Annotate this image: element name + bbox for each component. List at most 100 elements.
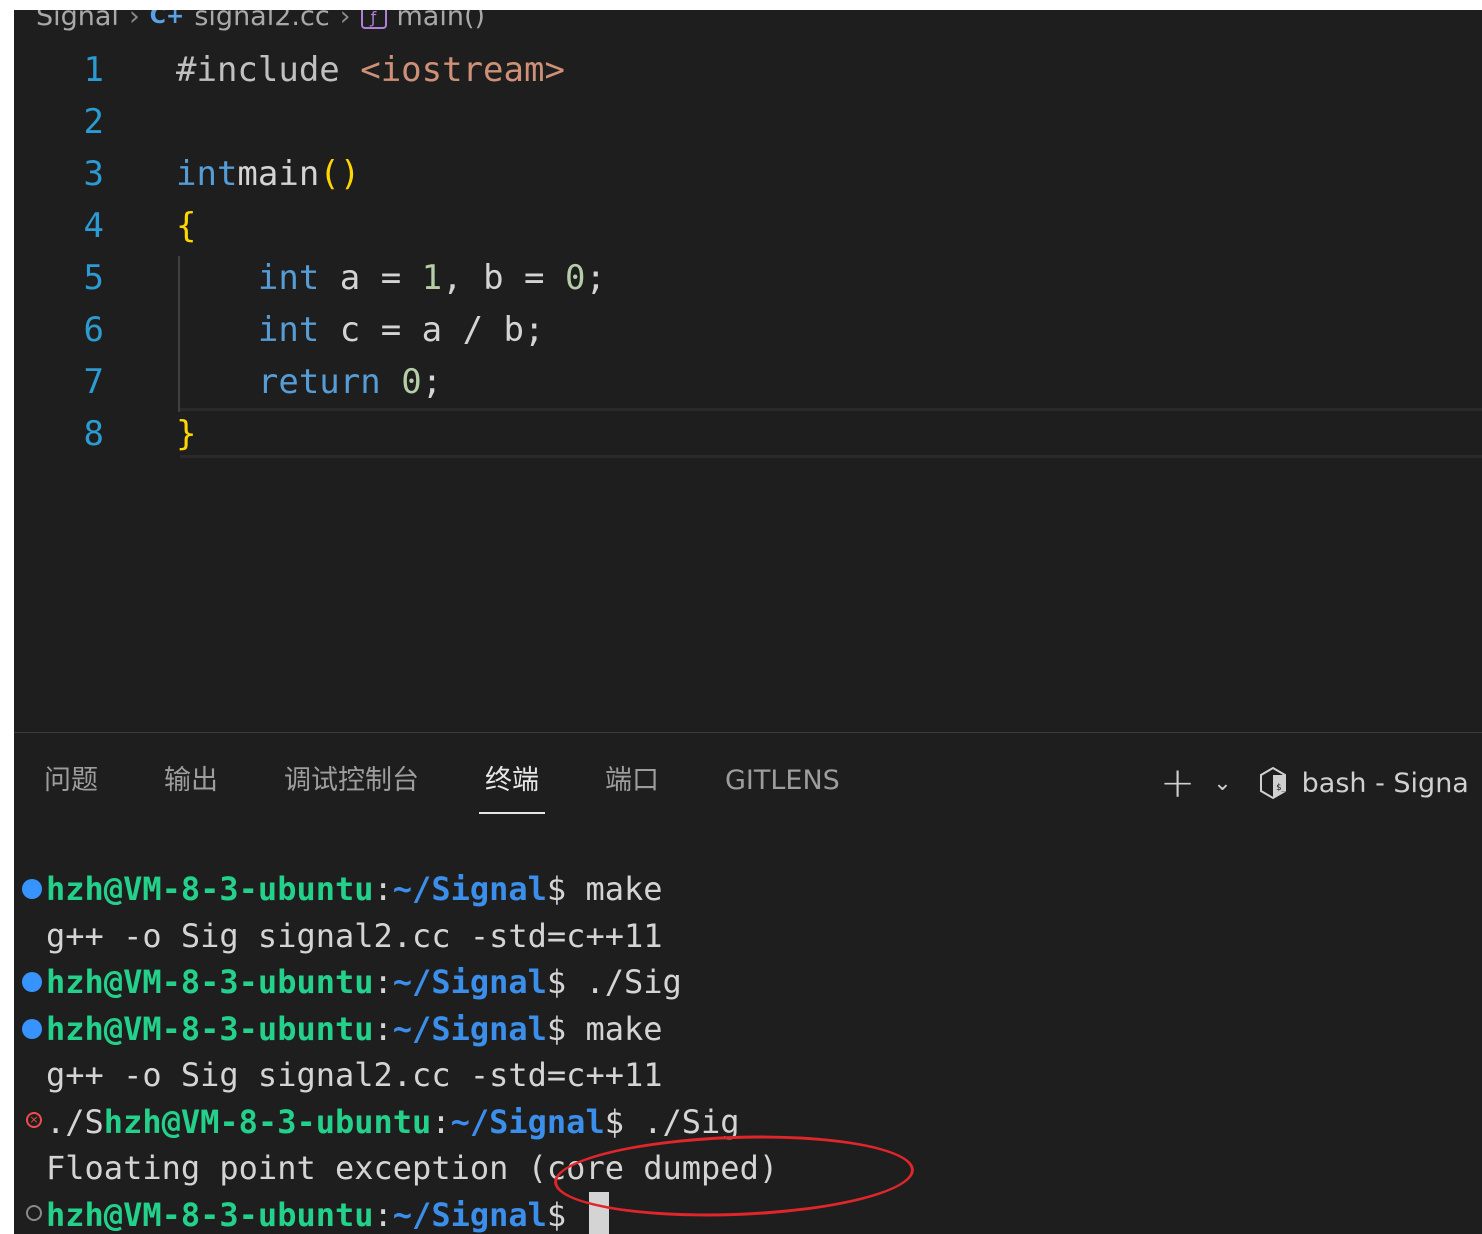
prompt-colon: :: [373, 1009, 393, 1048]
vscode-window: Signal › C+ signal2.cc › ƒ main() 1 #incl…: [14, 10, 1482, 1234]
prompt-colon: :: [373, 1195, 393, 1234]
panel-tab[interactable]: 端口: [605, 758, 659, 808]
panel-tab[interactable]: GITLENS: [725, 758, 840, 808]
prompt-user: hzh@VM-8-3-ubuntu: [46, 1195, 374, 1234]
code-line[interactable]: 2: [14, 96, 1482, 148]
svg-text:$_: $_: [1276, 783, 1287, 793]
prompt-colon: :: [373, 963, 393, 1001]
line-number: 6: [83, 310, 104, 350]
terminal-line: hzh@VM-8-3-ubuntu:~/Signal$ make: [22, 1006, 663, 1052]
panel-tab[interactable]: 输出: [164, 758, 218, 808]
breadcrumb: Signal › C+ signal2.cc › ƒ main(): [36, 10, 485, 34]
code-token: (): [319, 154, 361, 194]
panel-tab[interactable]: 问题: [44, 758, 98, 808]
line-number: 1: [83, 50, 104, 90]
code-token: 0: [564, 258, 586, 298]
terminal-line: hzh@VM-8-3-ubuntu:~/Signal$ make: [22, 866, 663, 912]
code-line[interactable]: 8}: [14, 408, 1482, 460]
code-token: a =: [319, 258, 422, 298]
terminal-line: hzh@VM-8-3-ubuntu:~/Signal$: [26, 1191, 610, 1234]
code-token: 0: [401, 362, 422, 402]
code-token: main: [237, 154, 320, 194]
code-token: return: [257, 362, 381, 402]
code-token: 1: [421, 258, 443, 298]
line-number: 3: [83, 154, 104, 194]
terminal-output-text: g++ -o Sig signal2.cc -std=c++11: [46, 916, 663, 955]
code-token: int: [176, 154, 238, 194]
command-success-dot-icon[interactable]: [22, 972, 42, 992]
prompt-user: hzh@VM-8-3-ubuntu: [46, 1009, 374, 1048]
chevron-right-icon: ›: [339, 10, 351, 32]
command-success-dot-icon[interactable]: [22, 1018, 42, 1039]
command-success-dot-icon[interactable]: [22, 879, 42, 899]
code-text: intmain(): [176, 148, 360, 200]
prompt-path: ~/Signal: [392, 1009, 547, 1048]
breadcrumb-file[interactable]: signal2.cc: [194, 10, 329, 32]
command-pending-circle-icon[interactable]: [26, 1204, 42, 1221]
prompt-colon: :: [373, 870, 393, 908]
code-token: ;: [421, 362, 443, 402]
line-number: 7: [83, 362, 104, 402]
panel-actions: + ⌄ $_ bash - Signa: [1160, 758, 1469, 808]
panel-tab[interactable]: 终端: [479, 758, 545, 814]
panel-divider[interactable]: [14, 732, 1482, 733]
prompt-path: ~/Signal: [392, 1195, 547, 1234]
code-token: ;: [585, 258, 606, 298]
terminal-prefix: ./S: [46, 1102, 104, 1141]
line-number: 5: [83, 258, 104, 298]
line-number: 4: [83, 206, 104, 246]
new-terminal-plus-icon[interactable]: +: [1160, 762, 1195, 804]
code-line[interactable]: 6 int c = a / b;: [14, 304, 1482, 356]
prompt-user: hzh@VM-8-3-ubuntu: [46, 963, 374, 1001]
breadcrumb-folder[interactable]: Signal: [36, 10, 119, 32]
code-text: {: [176, 200, 196, 252]
prompt-user: hzh@VM-8-3-ubuntu: [46, 870, 374, 908]
code-token: {: [176, 206, 197, 246]
panel-tabs: 问题 输出 调试控制台 终端 端口 GITLENS: [44, 758, 906, 814]
code-editor[interactable]: 1 #include <iostream> 2 3 intmain() 4{5 int a…: [14, 44, 1482, 484]
code-line[interactable]: 1 #include <iostream>: [14, 44, 1482, 96]
code-token: int: [257, 258, 320, 298]
terminal-line: × ./Shzh@VM-8-3-ubuntu:~/Signal$ ./Sig: [26, 1099, 740, 1145]
prompt-path: ~/Signal: [450, 1102, 605, 1141]
command-error-icon[interactable]: ×: [26, 1111, 42, 1128]
code-text: #include <iostream>: [176, 44, 565, 96]
terminal-command: $ make: [546, 1009, 663, 1048]
terminal-line: g++ -o Sig signal2.cc -std=c++11: [46, 913, 663, 959]
code-line[interactable]: 4{: [14, 200, 1482, 252]
terminal-command: $ make: [546, 870, 663, 908]
terminal-command: $ ./Sig: [546, 963, 682, 1001]
prompt-path: ~/Signal: [392, 870, 547, 908]
code-line[interactable]: 5 int a = 1, b = 0;: [14, 252, 1482, 304]
panel-tab[interactable]: 调试控制台: [284, 758, 419, 808]
chevron-down-icon[interactable]: ⌄: [1213, 771, 1231, 796]
terminal-command: $ ./Sig: [604, 1102, 740, 1141]
terminal-output-text: g++ -o Sig signal2.cc -std=c++11: [46, 1056, 663, 1094]
cpp-file-icon: C+: [149, 10, 185, 29]
code-token: #include: [176, 50, 361, 90]
code-line[interactable]: 7 return 0;: [14, 356, 1482, 408]
terminal-line: hzh@VM-8-3-ubuntu:~/Signal$ ./Sig: [22, 959, 682, 1005]
code-text: int a = 1, b = 0;: [176, 252, 606, 304]
terminal-shell-icon[interactable]: $_: [1258, 766, 1288, 800]
code-token: c = a / b;: [319, 310, 545, 350]
prompt-path: ~/Signal: [392, 963, 547, 1001]
code-token: int: [257, 310, 320, 350]
chevron-right-icon: ›: [128, 10, 140, 32]
terminal-line: g++ -o Sig signal2.cc -std=c++11: [46, 1052, 663, 1098]
code-text: }: [176, 408, 196, 460]
code-text: return 0;: [176, 356, 442, 408]
terminal-name[interactable]: bash - Signa: [1302, 768, 1469, 799]
line-number: 8: [83, 414, 104, 454]
line-number: 2: [83, 102, 104, 142]
breadcrumb-symbol[interactable]: main(): [397, 10, 486, 32]
prompt-colon: :: [431, 1102, 451, 1141]
function-symbol-icon: ƒ: [360, 10, 387, 29]
prompt-user: hzh@VM-8-3-ubuntu: [103, 1102, 432, 1141]
code-line[interactable]: 3 intmain(): [14, 148, 1482, 200]
code-token: , b =: [442, 258, 565, 298]
